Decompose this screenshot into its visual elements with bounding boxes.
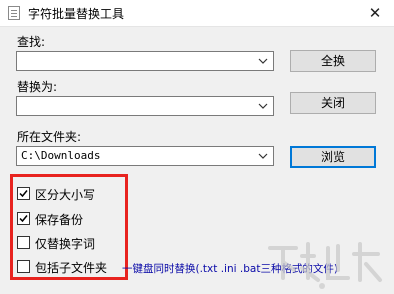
check-icon: [19, 190, 28, 198]
find-label: 查找:: [17, 35, 46, 49]
chevron-down-icon[interactable]: [257, 100, 269, 112]
find-combobox[interactable]: [16, 51, 274, 71]
replace-combobox[interactable]: [16, 96, 274, 116]
save-backup-label: 保存备份: [35, 213, 84, 227]
case-sensitive-checkbox[interactable]: [17, 187, 30, 200]
include-subfolders-label: 包括子文件夹: [35, 261, 108, 275]
close-button[interactable]: 关闭: [290, 92, 376, 114]
folder-value: C:\Downloads: [21, 149, 101, 162]
folder-combobox[interactable]: C:\Downloads: [16, 146, 274, 166]
app-icon: [8, 6, 20, 20]
whole-word-checkbox[interactable]: [17, 236, 30, 249]
watermark-logo: [268, 242, 382, 289]
replace-label: 替换为:: [17, 80, 58, 94]
window-close-button[interactable]: ✕: [362, 2, 388, 24]
whole-word-label: 仅替换字词: [35, 237, 96, 251]
chevron-down-icon[interactable]: [257, 150, 269, 162]
save-backup-checkbox[interactable]: [17, 212, 30, 225]
window-title: 字符批量替换工具: [28, 7, 125, 21]
chevron-down-icon[interactable]: [257, 55, 269, 67]
browse-button[interactable]: 浏览: [290, 146, 376, 168]
replace-all-button[interactable]: 全换: [290, 50, 376, 72]
check-icon: [19, 215, 28, 223]
case-sensitive-label: 区分大小写: [35, 188, 96, 202]
include-subfolders-checkbox[interactable]: [17, 260, 30, 273]
folder-label: 所在文件夹:: [17, 130, 82, 144]
title-bar: 字符批量替换工具 ✕: [0, 0, 394, 27]
